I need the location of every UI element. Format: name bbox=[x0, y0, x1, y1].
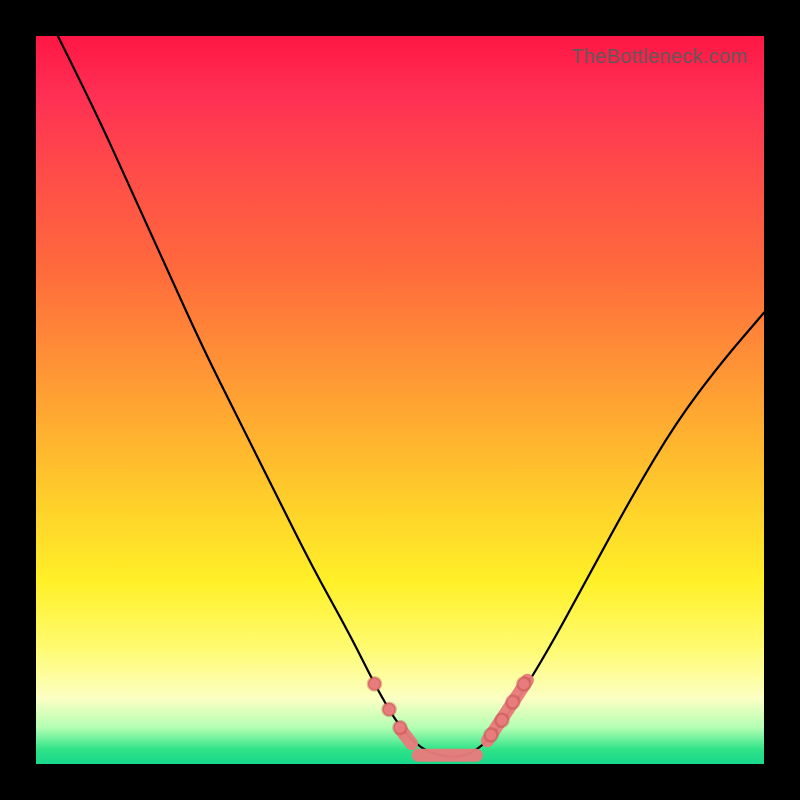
marker-dot bbox=[368, 677, 381, 690]
marker-dot bbox=[394, 721, 407, 734]
marker-dot bbox=[495, 714, 508, 727]
chart-frame: TheBottleneck.com bbox=[0, 0, 800, 800]
marker-dot bbox=[485, 728, 498, 741]
plot-area: TheBottleneck.com bbox=[36, 36, 764, 764]
marker-dot bbox=[506, 696, 519, 709]
marker-dot bbox=[517, 677, 530, 690]
marker-dot bbox=[383, 703, 396, 716]
marker-group bbox=[368, 677, 530, 755]
chart-svg bbox=[36, 36, 764, 764]
bottleneck-curve bbox=[58, 36, 764, 757]
